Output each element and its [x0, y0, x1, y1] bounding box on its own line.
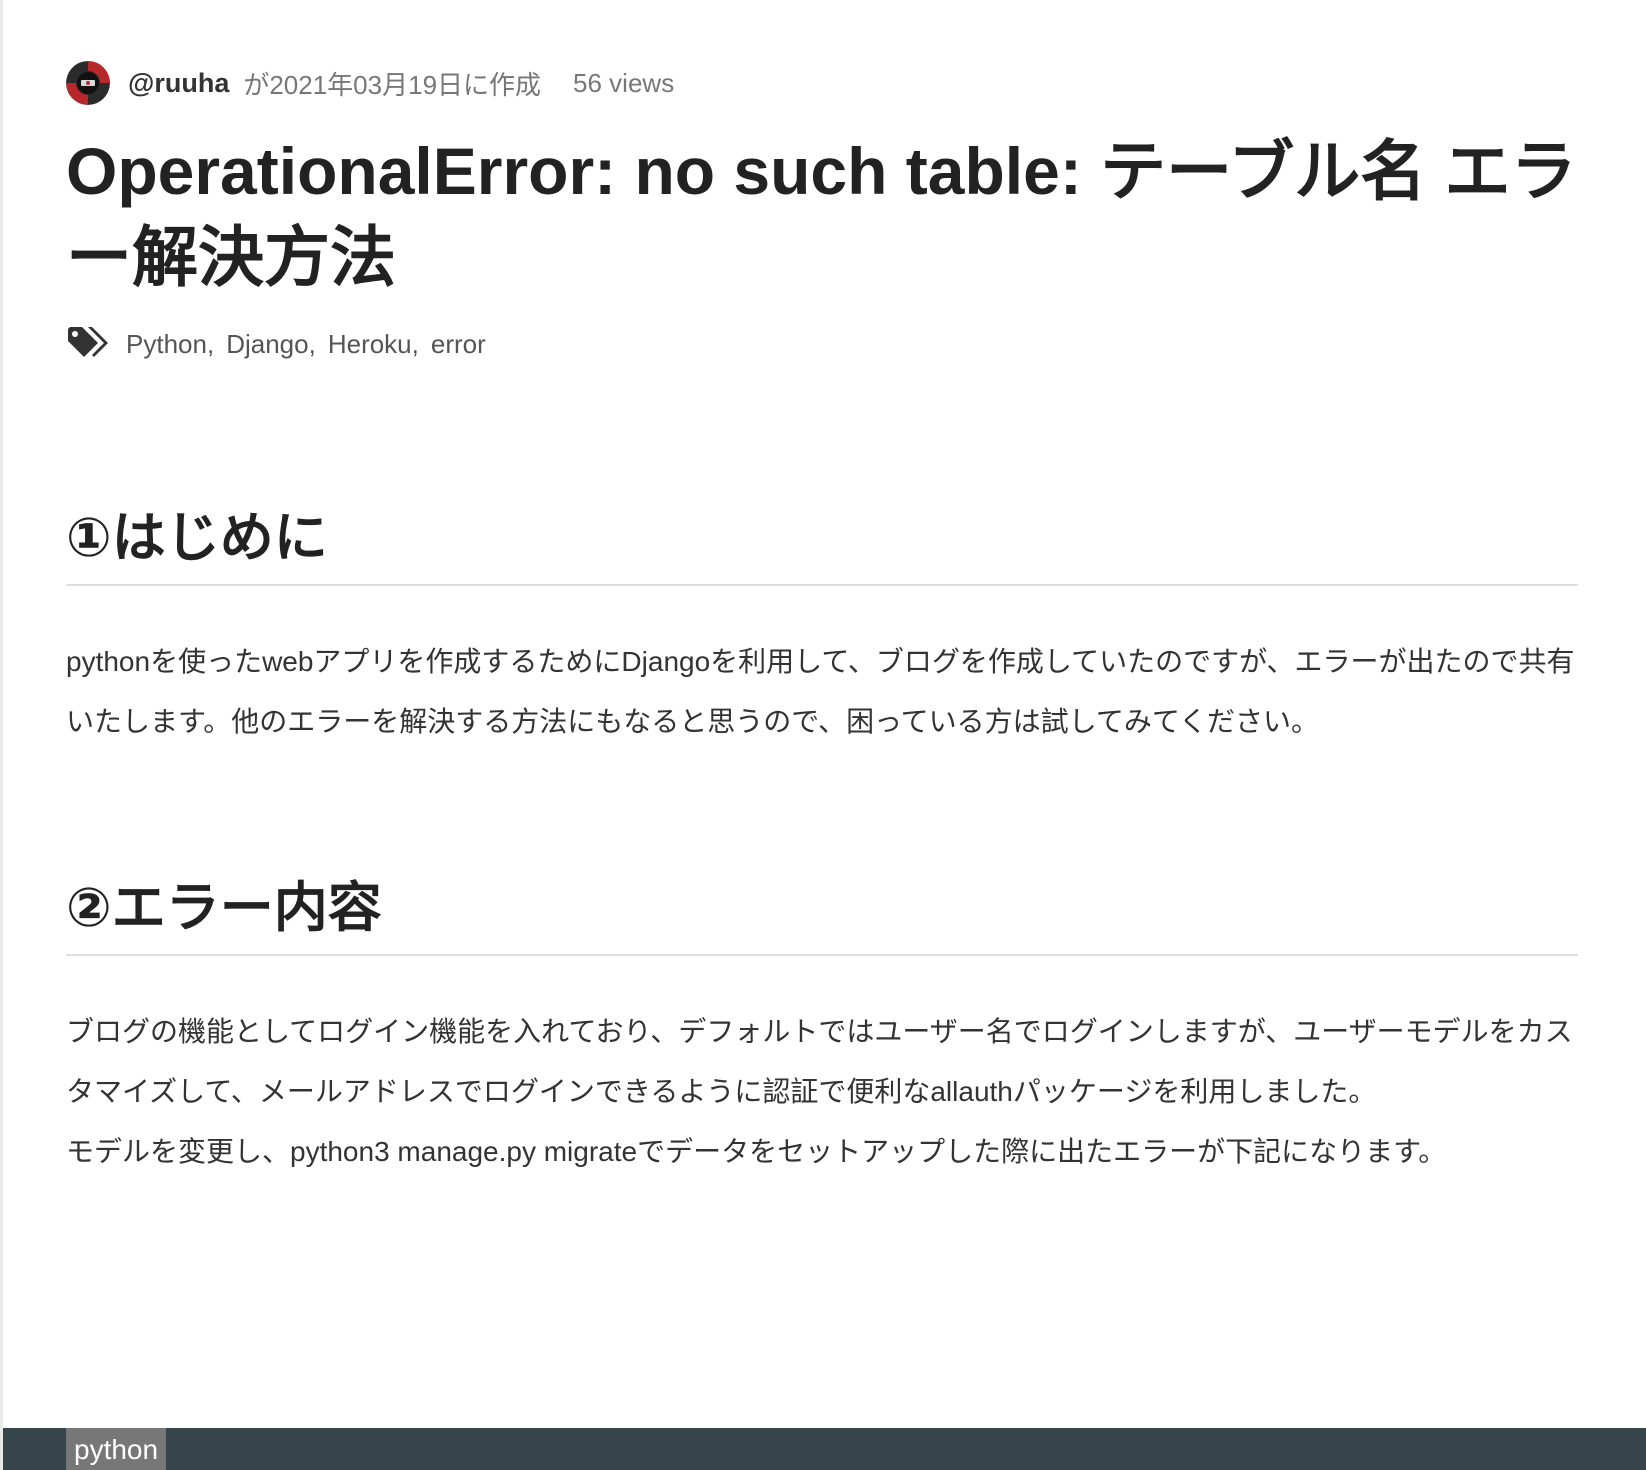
article-title: OperationalError: no such table: テーブル名 エ…	[66, 134, 1577, 294]
avatar[interactable]	[66, 61, 110, 105]
tag-separator: ,	[411, 328, 419, 359]
section-paragraph-introduction: pythonを使ったwebアプリを作成するためにDjangoを利用して、ブログを…	[66, 632, 1578, 752]
code-language-label: python	[66, 1428, 167, 1470]
tag-list: Python , Django , Heroku , error	[126, 329, 486, 360]
article-page: @ruuha が2021年03月19日に作成 56 views Operatio…	[0, 0, 1646, 1470]
tag-heroku[interactable]: Heroku	[328, 329, 412, 360]
article: @ruuha が2021年03月19日に作成 56 views Operatio…	[66, 54, 1578, 1182]
avatar-image	[66, 61, 110, 105]
section-paragraph-error-details: ブログの機能としてログイン機能を入れており、デフォルトではユーザー名でログインし…	[66, 1002, 1578, 1182]
paragraph-line: ブログの機能としてログイン機能を入れており、デフォルトではユーザー名でログインし…	[66, 1016, 1573, 1107]
view-count: 56 views	[573, 67, 675, 98]
created-date: が2021年03月19日に作成	[243, 69, 542, 100]
paragraph-line: モデルを変更し、python3 manage.py migrateでデータをセッ…	[66, 1136, 1447, 1167]
tag-django[interactable]: Django	[226, 329, 308, 360]
tag-error[interactable]: error	[431, 329, 486, 360]
article-meta: @ruuha が2021年03月19日に作成 56 views	[66, 54, 1578, 112]
tag-separator: ,	[308, 328, 316, 359]
tag-python[interactable]: Python	[126, 329, 207, 360]
code-block: python	[3, 1428, 1646, 1470]
page-edge	[0, 0, 3, 1470]
author-username[interactable]: @ruuha	[128, 68, 229, 99]
section-heading-introduction: ①はじめに	[66, 502, 1578, 586]
tags-icon	[68, 327, 108, 357]
tag-row: Python , Django , Heroku , error	[66, 322, 1578, 366]
paragraph-line: pythonを使ったwebアプリを作成するためにDjangoを利用して、ブログを…	[66, 646, 1575, 737]
tag-separator: ,	[206, 328, 215, 359]
section-heading-error-details: ②エラー内容	[66, 872, 1578, 956]
